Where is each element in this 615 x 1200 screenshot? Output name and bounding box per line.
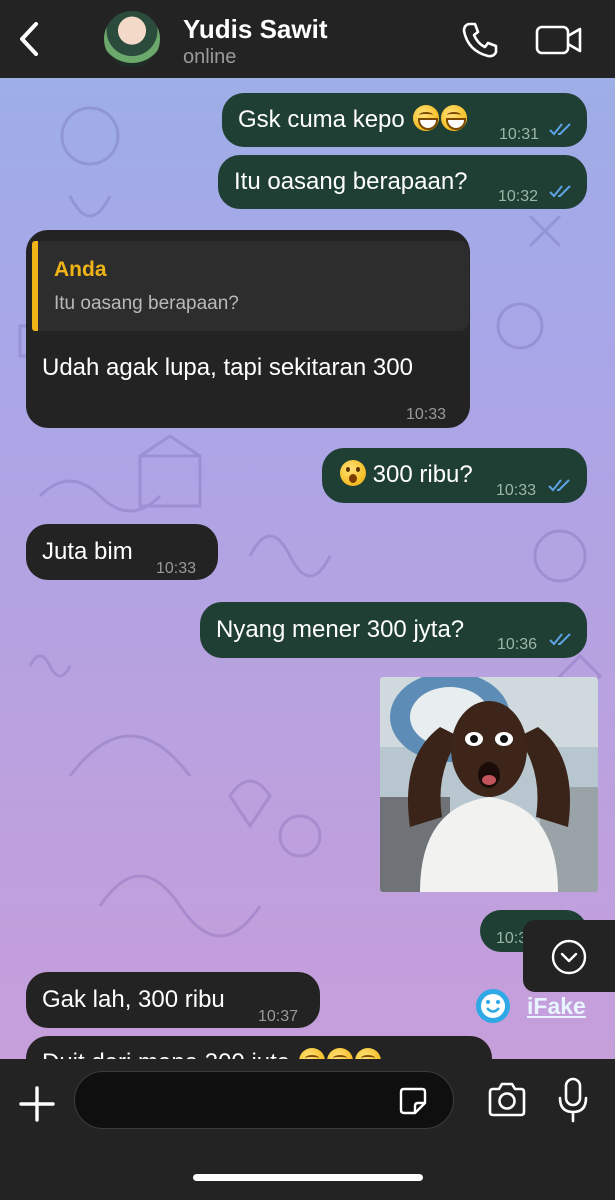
message-text: Nyang mener 300 jyta? <box>216 616 465 643</box>
message-text: Gak lah, 300 ribu <box>42 986 225 1013</box>
camera-icon[interactable] <box>486 1080 528 1120</box>
composer-bar <box>0 1059 615 1200</box>
phone-icon[interactable] <box>460 20 500 60</box>
double-check-icon <box>549 185 571 198</box>
chevron-down-icon <box>551 939 587 975</box>
surprised-emoji-icon <box>340 460 366 486</box>
message-time: 10:37 <box>258 1008 299 1025</box>
scroll-to-bottom-button[interactable] <box>523 920 615 992</box>
reply-author: Anda <box>54 258 107 281</box>
message-time: 10:31 <box>499 126 540 143</box>
message-text: Juta bim <box>42 538 133 565</box>
double-check-icon <box>548 479 570 492</box>
back-icon[interactable] <box>12 18 46 60</box>
watermark-text: iFake <box>527 993 586 1019</box>
plus-icon[interactable] <box>14 1081 60 1127</box>
message-text: 300 ribu? <box>372 461 473 488</box>
contact-status: online <box>183 46 237 68</box>
reply-text: Itu oasang berapaan? <box>54 293 239 314</box>
message-text: Gsk cuma kepo <box>238 106 405 133</box>
message-time: 10:33 <box>496 482 537 499</box>
surprised-man-photo <box>380 677 598 892</box>
message-text: Udah agak lupa, tapi sekitaran 300 <box>42 354 413 381</box>
microphone-icon[interactable] <box>555 1076 591 1124</box>
reply-accent-bar <box>32 241 38 331</box>
message-time: 10:36 <box>497 636 538 653</box>
double-check-icon <box>549 123 571 136</box>
message-input[interactable] <box>74 1071 454 1129</box>
avatar[interactable] <box>104 11 160 67</box>
message-bubble[interactable]: Nyang mener 300 jyta? 10:36 <box>200 602 587 658</box>
message-time: 10:32 <box>498 188 539 205</box>
message-bubble[interactable]: 300 ribu? 10:33 <box>322 448 587 503</box>
video-camera-icon[interactable] <box>534 22 584 58</box>
grinning-emoji-icon <box>413 105 440 131</box>
sticker-icon[interactable] <box>398 1086 428 1116</box>
quoted-reply[interactable]: Anda Itu oasang berapaan? <box>32 241 469 331</box>
chat-header: Yudis Sawit online <box>0 0 615 78</box>
photo-message[interactable] <box>380 677 598 892</box>
grinning-emoji-icon <box>441 105 468 131</box>
message-bubble[interactable]: Itu oasang berapaan? 10:32 <box>218 155 587 209</box>
double-check-icon <box>549 633 571 646</box>
message-bubble[interactable]: Anda Itu oasang berapaan? Udah agak lupa… <box>26 230 470 428</box>
message-bubble[interactable]: Juta bim 10:33 <box>26 524 218 580</box>
ifake-logo-icon <box>476 989 510 1023</box>
message-time: 10:33 <box>156 560 197 577</box>
contact-name[interactable]: Yudis Sawit <box>183 14 328 45</box>
message-time: 10:33 <box>406 406 447 423</box>
home-indicator <box>193 1174 423 1181</box>
message-text: Itu oasang berapaan? <box>234 168 468 195</box>
message-bubble[interactable]: Gsk cuma kepo 10:31 <box>222 93 587 147</box>
message-bubble[interactable]: Gak lah, 300 ribu 10:37 <box>26 972 320 1028</box>
